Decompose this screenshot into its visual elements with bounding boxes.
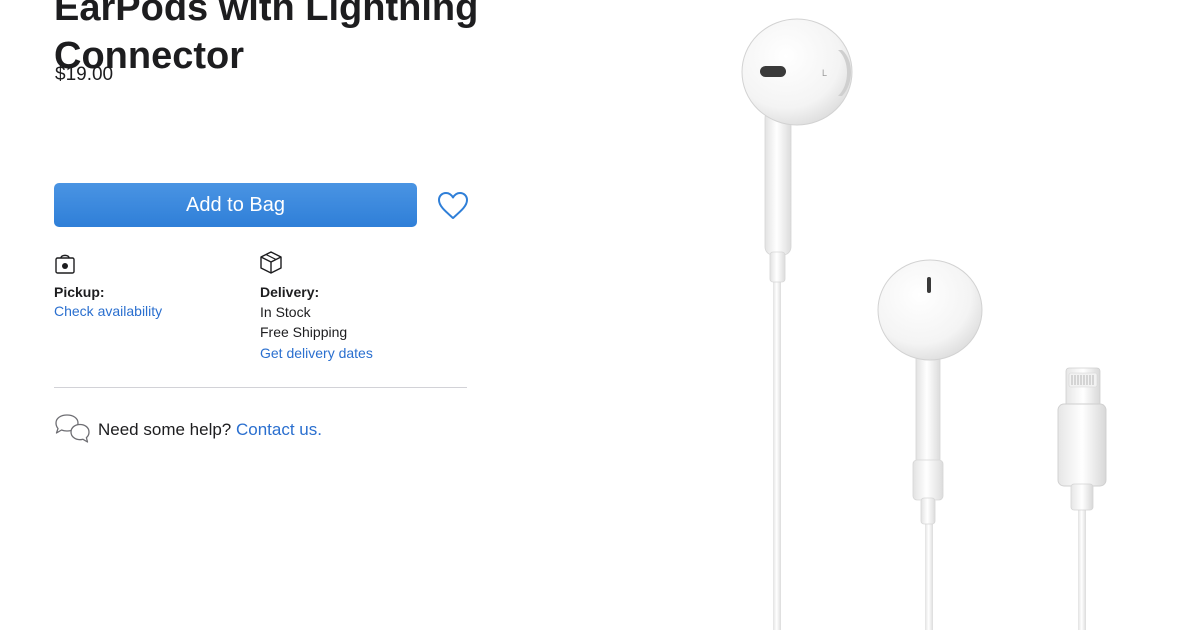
add-to-bag-button[interactable]: Add to Bag (54, 183, 417, 227)
product-image: L (741, 18, 1107, 630)
lightning-connector (1057, 367, 1107, 511)
product-title-line-2: Connector (54, 35, 244, 77)
divider (54, 387, 467, 388)
earbud-left: L (741, 18, 853, 283)
contact-us-link[interactable]: Contact us. (236, 420, 322, 439)
product-page: EarPods with Lightning Connector $19.00 … (0, 0, 1200, 630)
help-row: Need some help? Contact us. (98, 420, 322, 440)
cable-right (1078, 505, 1086, 630)
heart-icon[interactable] (436, 190, 470, 222)
pickup-label: Pickup: (54, 284, 105, 300)
cable-left (773, 260, 781, 630)
svg-text:L: L (822, 68, 827, 78)
cable-middle (925, 520, 933, 630)
delivery-shipping: Free Shipping (260, 324, 348, 340)
chat-bubbles-icon (55, 414, 90, 443)
product-title: EarPods with Lightning Connector (54, 0, 494, 80)
help-text: Need some help? (98, 420, 232, 439)
delivery-label: Delivery: (260, 284, 320, 300)
get-delivery-dates-link[interactable]: Get delivery dates (260, 345, 373, 361)
product-title-line-1: EarPods with Lightning (54, 0, 479, 29)
check-availability-link[interactable]: Check availability (54, 303, 162, 319)
delivery-status: In Stock (260, 304, 311, 320)
bag-icon (55, 254, 75, 274)
box-icon (260, 251, 282, 274)
product-price: $19.00 (55, 64, 114, 85)
earbud-right (877, 259, 983, 525)
